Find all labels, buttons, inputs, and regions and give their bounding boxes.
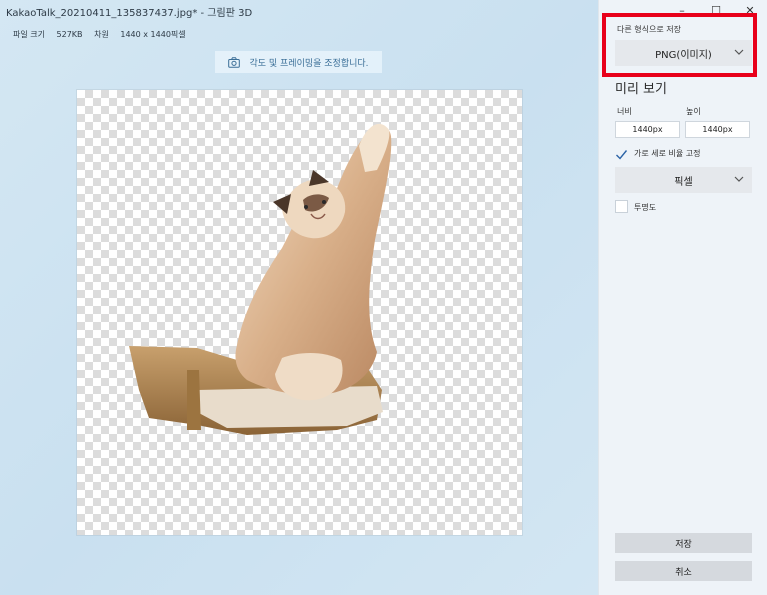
preview-title: 미리 보기 (615, 82, 667, 97)
transparency-checkbox[interactable] (615, 200, 628, 213)
file-info: 파일 크기 527KB 차원 1440 x 1440픽셀 (13, 29, 195, 40)
lock-ratio-checkbox[interactable] (615, 146, 628, 160)
transparency-label: 투명도 (634, 203, 657, 212)
workspace: KakaoTalk_20210411_135837437.jpg* - 그림판 … (0, 0, 598, 595)
save-panel: – ☐ ✕ 다른 형식으로 저장 PNG(이미지) 미리 보기 너비 높이 14… (598, 0, 767, 595)
adjust-framing-hint[interactable]: 각도 및 프레이밍을 조정합니다. (215, 51, 382, 73)
width-field[interactable]: 1440px (615, 121, 680, 138)
close-button[interactable]: ✕ (733, 0, 767, 20)
dimensions-value: 1440 x 1440픽셀 (120, 30, 186, 39)
height-label: 높이 (686, 107, 701, 116)
save-as-label: 다른 형식으로 저장 (617, 25, 681, 34)
maximize-button[interactable]: ☐ (699, 0, 733, 20)
cancel-button[interactable]: 취소 (615, 561, 752, 581)
window-title: KakaoTalk_20210411_135837437.jpg* - 그림판 … (6, 8, 253, 19)
unit-dropdown[interactable]: 픽셀 (615, 167, 752, 193)
hint-text: 각도 및 프레이밍을 조정합니다. (249, 58, 369, 69)
unit-value: 픽셀 (674, 176, 693, 188)
height-field[interactable]: 1440px (685, 121, 750, 138)
camera-icon (228, 56, 241, 68)
checkmark-icon (616, 150, 628, 160)
width-label: 너비 (617, 107, 632, 116)
cat-image (129, 123, 392, 435)
chevron-down-icon (734, 176, 744, 182)
lock-ratio-label: 가로 세로 비율 고정 (634, 149, 701, 158)
chevron-down-icon (734, 49, 744, 55)
file-size-label: 파일 크기 (13, 30, 45, 39)
format-value: PNG(이미지) (655, 49, 712, 61)
minimize-button[interactable]: – (665, 0, 699, 20)
format-dropdown[interactable]: PNG(이미지) (615, 40, 752, 66)
window-controls: – ☐ ✕ (665, 0, 767, 20)
file-size-value: 527KB (56, 30, 83, 39)
save-button[interactable]: 저장 (615, 533, 752, 553)
dimensions-label: 차원 (94, 30, 109, 39)
preview-canvas[interactable] (77, 90, 522, 535)
